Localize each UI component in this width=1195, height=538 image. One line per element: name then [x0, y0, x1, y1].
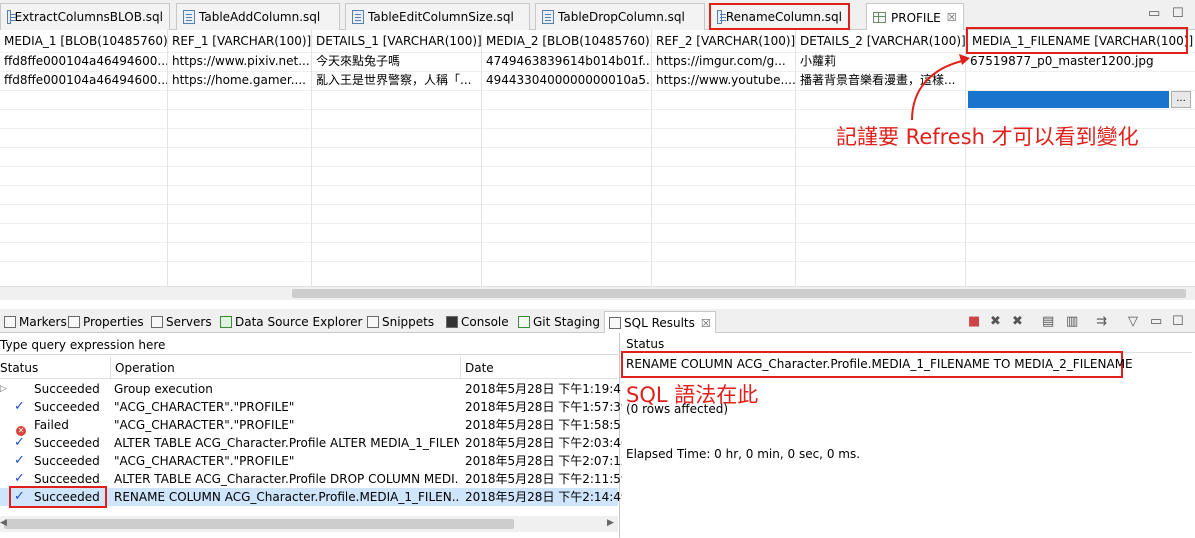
tab-console[interactable]: Console [442, 311, 513, 332]
tab-properties[interactable]: Properties [64, 311, 148, 332]
view-menu-icon[interactable]: ▽ [1128, 314, 1138, 329]
column-header[interactable]: DETAILS_1 [VARCHAR(100)] [312, 30, 481, 52]
column-header[interactable]: MEDIA_1 [BLOB(10485760)] [0, 30, 167, 52]
grid-cell[interactable]: 4749463839614b014b01f... [482, 52, 651, 71]
tab-table-edit-column-size[interactable]: TableEditColumnSize.sql [345, 3, 530, 30]
table-icon [873, 12, 886, 23]
history-row[interactable]: ✓ Succeeded ALTER TABLE ACG_Character.Pr… [0, 434, 629, 452]
operation-column-header[interactable]: Operation [111, 357, 461, 379]
query-expression-input[interactable]: Type query expression here [0, 335, 618, 355]
tab-extract-columns-blob[interactable]: ExtractColumnsBLOB.sql [0, 3, 170, 30]
tab-rename-column[interactable]: RenameColumn.sql [709, 3, 850, 30]
status-column-header[interactable]: Status [0, 357, 111, 379]
tab-table-add-column[interactable]: TableAddColumn.sql [176, 3, 340, 30]
sql-results-icon [609, 317, 621, 329]
grid-column-media-2: MEDIA_2 [BLOB(10485760)] 4749463839614b0… [482, 30, 652, 286]
tab-markers[interactable]: Markers [0, 311, 71, 332]
sql-file-icon [717, 9, 726, 24]
sql-file-icon [183, 10, 195, 24]
grid-cell[interactable]: https://home.gamer.... [168, 71, 311, 90]
data-source-icon [220, 315, 232, 328]
properties-icon [68, 315, 80, 328]
console-icon [446, 315, 458, 328]
date-column-header[interactable]: Date [461, 357, 618, 379]
maximize-icon[interactable]: ☐ [1172, 314, 1184, 329]
grid-column-details-1: DETAILS_1 [VARCHAR(100)] 今天來點兔子嗎 亂入王是世界警… [312, 30, 482, 286]
sql-file-icon [542, 10, 554, 24]
history-scroll-thumb[interactable] [4, 519, 514, 529]
tab-sql-results[interactable]: SQL Results ☒ [604, 311, 716, 334]
grid-column-ref-2: REF_2 [VARCHAR(100)] https://imgur.com/g… [652, 30, 796, 286]
pin-icon[interactable]: ⇉ [1096, 314, 1107, 329]
folder-icon[interactable]: ▤ [1042, 314, 1054, 329]
grid-cell[interactable]: 亂入王是世界警察，人稱「... [312, 71, 481, 90]
column-header[interactable]: MEDIA_2 [BLOB(10485760)] [482, 30, 651, 52]
annotation-arrow [911, 54, 970, 121]
grid-cell[interactable]: 67519877_p0_master1200.jpg [966, 52, 1195, 71]
grid-column-media-1-filename: MEDIA_1_FILENAME [VARCHAR(100)] 67519877… [966, 30, 1195, 286]
markers-icon [4, 315, 16, 328]
snippets-icon [367, 315, 379, 328]
elapsed-time-text: Elapsed Time: 0 hr, 0 min, 0 sec, 0 ms. [626, 447, 861, 461]
column-header[interactable]: DETAILS_2 [VARCHAR(100)] [796, 30, 965, 52]
cell-editor-progress [968, 91, 1169, 108]
check-icon: ✓ [14, 399, 25, 414]
column-header[interactable]: REF_2 [VARCHAR(100)] [652, 30, 795, 52]
remove-all-icon[interactable]: ✖ [1012, 314, 1023, 329]
check-icon: ✓ [14, 435, 25, 450]
history-row[interactable]: ✓ Succeeded "ACG_CHARACTER"."PROFILE" 20… [0, 452, 629, 470]
renamed-column-highlight [966, 27, 1188, 54]
check-icon: ✓ [14, 453, 25, 468]
refresh-annotation: 記謹要 Refresh 才可以看到變化 [836, 125, 1139, 149]
tab-table-drop-column[interactable]: TableDropColumn.sql [535, 3, 705, 30]
grid-cell[interactable]: https://www.pixiv.net.... [168, 52, 311, 71]
grid-cell[interactable]: ffd8ffe000104a46494600... [0, 71, 167, 90]
scroll-left-icon[interactable]: ◀ [0, 518, 7, 528]
succeeded-highlight [9, 486, 107, 508]
grid-column-media-1: MEDIA_1 [BLOB(10485760)] ffd8ffe000104a4… [0, 30, 168, 286]
close-tab-icon[interactable]: ☒ [701, 317, 711, 330]
servers-icon [151, 315, 163, 328]
tab-profile[interactable]: PROFILE ☒ [866, 3, 964, 31]
document-icon[interactable]: ▥ [1066, 314, 1078, 329]
edit-cell-button[interactable]: ... [1171, 91, 1191, 108]
expand-icon[interactable]: ▷ [0, 380, 7, 398]
minimize-icon[interactable]: ▭ [1148, 6, 1160, 21]
profile-data-grid: MEDIA_1 [BLOB(10485760)] ffd8ffe000104a4… [0, 30, 1195, 286]
tab-git-staging[interactable]: Git Staging [514, 311, 604, 332]
column-header[interactable]: REF_1 [VARCHAR(100)] [168, 30, 311, 52]
grid-cell[interactable]: 今天來點兔子嗎 [312, 52, 481, 71]
grid-cell[interactable]: ffd8ffe000104a46494600... [0, 52, 167, 71]
sql-file-icon [352, 10, 364, 24]
minimize-icon[interactable]: ▭ [1150, 314, 1162, 329]
history-row[interactable]: ✕ Failed "ACG_CHARACTER"."PROFILE" 2018年… [0, 416, 629, 436]
grid-cell[interactable]: https://www.youtube.... [652, 71, 795, 90]
sql-statement-text: RENAME COLUMN ACG_Character.Profile.MEDI… [626, 357, 1133, 371]
stop-icon[interactable]: ■ [968, 314, 980, 329]
grid-scroll-thumb[interactable] [292, 289, 1186, 298]
grid-column-ref-1: REF_1 [VARCHAR(100)] https://www.pixiv.n… [168, 30, 312, 286]
remove-icon[interactable]: ✖ [990, 314, 1001, 329]
git-staging-icon [518, 315, 530, 328]
history-row[interactable]: ✓ Succeeded "ACG_CHARACTER"."PROFILE" 20… [0, 398, 629, 416]
sql-file-icon [7, 10, 16, 24]
tab-data-source-explorer[interactable]: Data Source Explorer [216, 311, 366, 332]
scroll-right-icon[interactable]: ▶ [607, 518, 614, 528]
tab-servers[interactable]: Servers [147, 311, 216, 332]
grid-cell[interactable]: 4944330400000000010a5... [482, 71, 651, 90]
close-tab-icon[interactable]: ☒ [947, 11, 957, 24]
grid-cell[interactable] [966, 71, 1195, 90]
maximize-icon[interactable]: ☐ [1172, 6, 1184, 21]
rows-affected-text: (0 rows affected) [626, 402, 729, 416]
eclipse-window: ExtractColumnsBLOB.sql TableAddColumn.sq… [0, 0, 1195, 538]
history-row[interactable]: ▷ Succeeded Group execution 2018年5月28日 下… [0, 380, 629, 398]
grid-cell[interactable]: https://imgur.com/g... [652, 52, 795, 71]
tab-snippets[interactable]: Snippets [363, 311, 438, 332]
